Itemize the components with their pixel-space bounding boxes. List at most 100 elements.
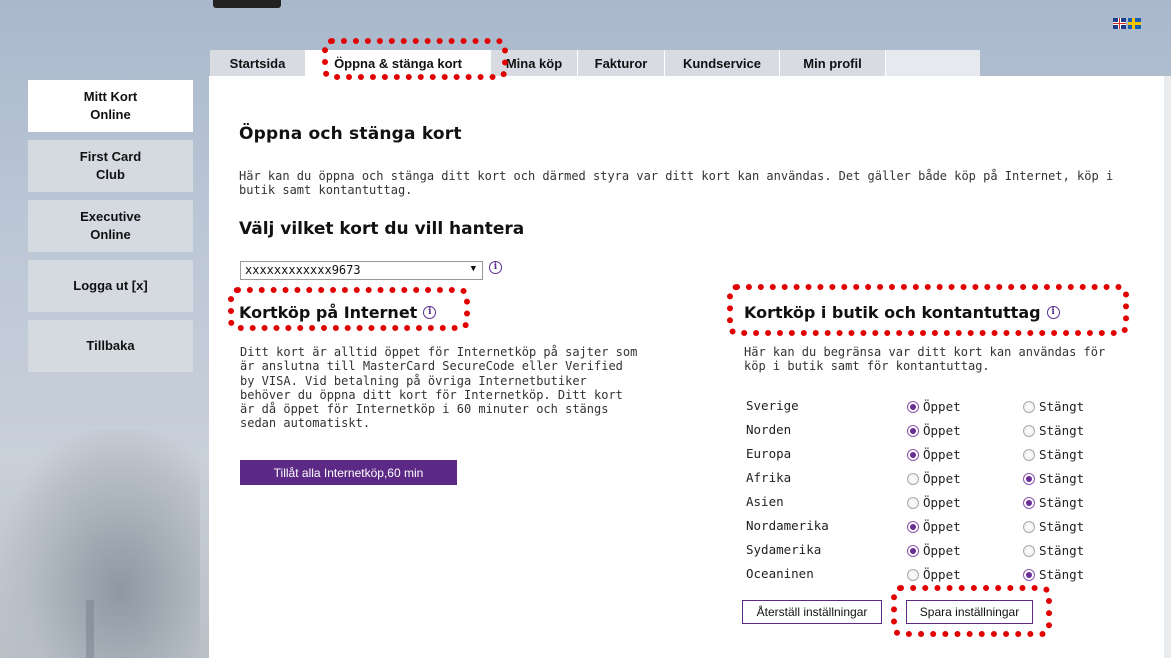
reset-settings-button[interactable]: Återställ inställningar <box>742 600 882 624</box>
top-edge-tab <box>213 0 281 8</box>
card-select-dropdown[interactable]: xxxxxxxxxxxx9673 ▼ <box>240 261 483 280</box>
region-radio-open[interactable]: Öppet <box>907 399 961 414</box>
radio-button-icon[interactable] <box>1023 400 1035 413</box>
region-radio-open[interactable]: Öppet <box>907 543 961 558</box>
region-radio-open[interactable]: Öppet <box>907 495 961 510</box>
sidebar-item-executive-online[interactable]: Executive Online <box>28 200 193 252</box>
language-flags <box>1113 18 1141 29</box>
tab-open-close-card[interactable]: Öppna & stänga kort <box>306 50 491 76</box>
region-name: Norden <box>746 422 792 437</box>
radio-button-icon[interactable] <box>1023 544 1035 557</box>
region-row: Europa Öppet Stängt <box>746 446 1166 468</box>
radio-button-icon[interactable] <box>1023 448 1035 461</box>
region-row: Afrika Öppet Stängt <box>746 470 1166 492</box>
region-radio-closed[interactable]: Stängt <box>1023 447 1084 462</box>
info-icon[interactable]: i <box>423 306 437 319</box>
tab-min-profil[interactable]: Min profil <box>780 50 886 76</box>
sidebar-item-label: Online <box>90 107 131 122</box>
info-icon[interactable]: i <box>489 261 502 274</box>
radio-label: Öppet <box>923 495 961 510</box>
region-radio-closed[interactable]: Stängt <box>1023 519 1084 534</box>
main-nav-tabs: Startsida Öppna & stänga kort Mina köp F… <box>210 50 980 76</box>
region-row: Oceaninen Öppet Stängt <box>746 566 1166 588</box>
store-purchases-heading: Kortköp i butik och kontantuttag i <box>744 303 1060 322</box>
region-name: Nordamerika <box>746 518 829 533</box>
dropdown-arrow-icon: ▼ <box>470 264 476 274</box>
radio-label: Stängt <box>1039 567 1085 582</box>
card-select-value: xxxxxxxxxxxx9673 <box>245 263 361 277</box>
background-post <box>86 600 94 658</box>
radio-button-icon[interactable] <box>907 448 919 461</box>
region-radio-open[interactable]: Öppet <box>907 471 961 486</box>
region-name: Europa <box>746 446 792 461</box>
tab-startsida[interactable]: Startsida <box>210 50 306 76</box>
store-heading-text: Kortköp i butik och kontantuttag <box>744 303 1041 322</box>
tab-fakturor[interactable]: Fakturor <box>578 50 665 76</box>
radio-button-icon[interactable] <box>1023 520 1035 533</box>
sidebar-item-first-card-club[interactable]: First Card Club <box>28 140 193 192</box>
sidebar-item-label: First Card <box>79 149 142 164</box>
region-radio-open[interactable]: Öppet <box>907 447 961 462</box>
region-name: Asien <box>746 494 784 509</box>
sidebar-item-mitt-kort[interactable]: Mitt Kort Online <box>28 80 193 132</box>
radio-button-icon[interactable] <box>1023 496 1035 509</box>
radio-button-icon[interactable] <box>907 400 919 413</box>
radio-label: Öppet <box>923 399 961 414</box>
region-radio-closed[interactable]: Stängt <box>1023 399 1084 414</box>
sidebar-item-label: Mitt Kort <box>83 89 138 104</box>
region-radio-open[interactable]: Öppet <box>907 519 961 534</box>
radio-label: Öppet <box>923 519 961 534</box>
region-name: Afrika <box>746 470 792 485</box>
region-radio-closed[interactable]: Stängt <box>1023 471 1084 486</box>
radio-button-icon[interactable] <box>907 472 919 485</box>
radio-button-icon[interactable] <box>907 424 919 437</box>
radio-button-icon[interactable] <box>907 496 919 509</box>
radio-label: Stängt <box>1039 543 1085 558</box>
sidebar-item-logout[interactable]: Logga ut [x] <box>28 260 193 312</box>
page-title: Öppna och stänga kort <box>239 124 462 144</box>
sidebar-item-label: Online <box>90 227 131 242</box>
radio-button-icon[interactable] <box>1023 424 1035 437</box>
region-radio-closed[interactable]: Stängt <box>1023 495 1084 510</box>
radio-label: Öppet <box>923 543 961 558</box>
radio-label: Öppet <box>923 447 961 462</box>
internet-purchases-heading: Kortköp på Internet i <box>239 303 437 322</box>
radio-label: Stängt <box>1039 399 1085 414</box>
info-icon[interactable]: i <box>1046 306 1060 319</box>
internet-heading-text: Kortköp på Internet <box>239 303 418 322</box>
radio-button-icon[interactable] <box>1023 472 1035 485</box>
region-name: Oceaninen <box>746 566 814 581</box>
region-row: Nordamerika Öppet Stängt <box>746 518 1166 540</box>
radio-label: Stängt <box>1039 519 1085 534</box>
radio-button-icon[interactable] <box>907 544 919 557</box>
save-settings-button[interactable]: Spara inställningar <box>906 600 1033 624</box>
allow-internet-purchases-button[interactable]: Tillåt alla Internetköp,60 min <box>240 460 457 485</box>
region-radio-closed[interactable]: Stängt <box>1023 423 1084 438</box>
store-purchases-text: Här kan du begränsa var ditt kort kan an… <box>744 345 1106 374</box>
region-name: Sydamerika <box>746 542 822 557</box>
internet-purchases-text: Ditt kort är alltid öppet för Internetkö… <box>240 345 638 431</box>
radio-button-icon[interactable] <box>907 568 919 581</box>
sidebar-item-label: Tillbaka <box>86 338 135 353</box>
radio-button-icon[interactable] <box>907 520 919 533</box>
radio-button-icon[interactable] <box>1023 568 1035 581</box>
region-radio-closed[interactable]: Stängt <box>1023 543 1084 558</box>
radio-label: Öppet <box>923 471 961 486</box>
region-name: Sverige <box>746 398 799 413</box>
region-radio-open[interactable]: Öppet <box>907 423 961 438</box>
radio-label: Stängt <box>1039 495 1085 510</box>
region-row: Sydamerika Öppet Stängt <box>746 542 1166 564</box>
uk-flag-icon[interactable] <box>1113 18 1126 29</box>
tab-mina-kop[interactable]: Mina köp <box>491 50 578 76</box>
radio-label: Stängt <box>1039 447 1085 462</box>
tab-kundservice[interactable]: Kundservice <box>665 50 780 76</box>
radio-label: Stängt <box>1039 471 1085 486</box>
sidebar-item-back[interactable]: Tillbaka <box>28 320 193 372</box>
page-intro-text: Här kan du öppna och stänga ditt kort oc… <box>239 169 1114 197</box>
region-radio-closed[interactable]: Stängt <box>1023 567 1084 582</box>
select-card-heading: Välj vilket kort du vill hantera <box>239 219 525 239</box>
sweden-flag-icon[interactable] <box>1128 18 1141 29</box>
region-radio-open[interactable]: Öppet <box>907 567 961 582</box>
region-row: Norden Öppet Stängt <box>746 422 1166 444</box>
radio-label: Stängt <box>1039 423 1085 438</box>
